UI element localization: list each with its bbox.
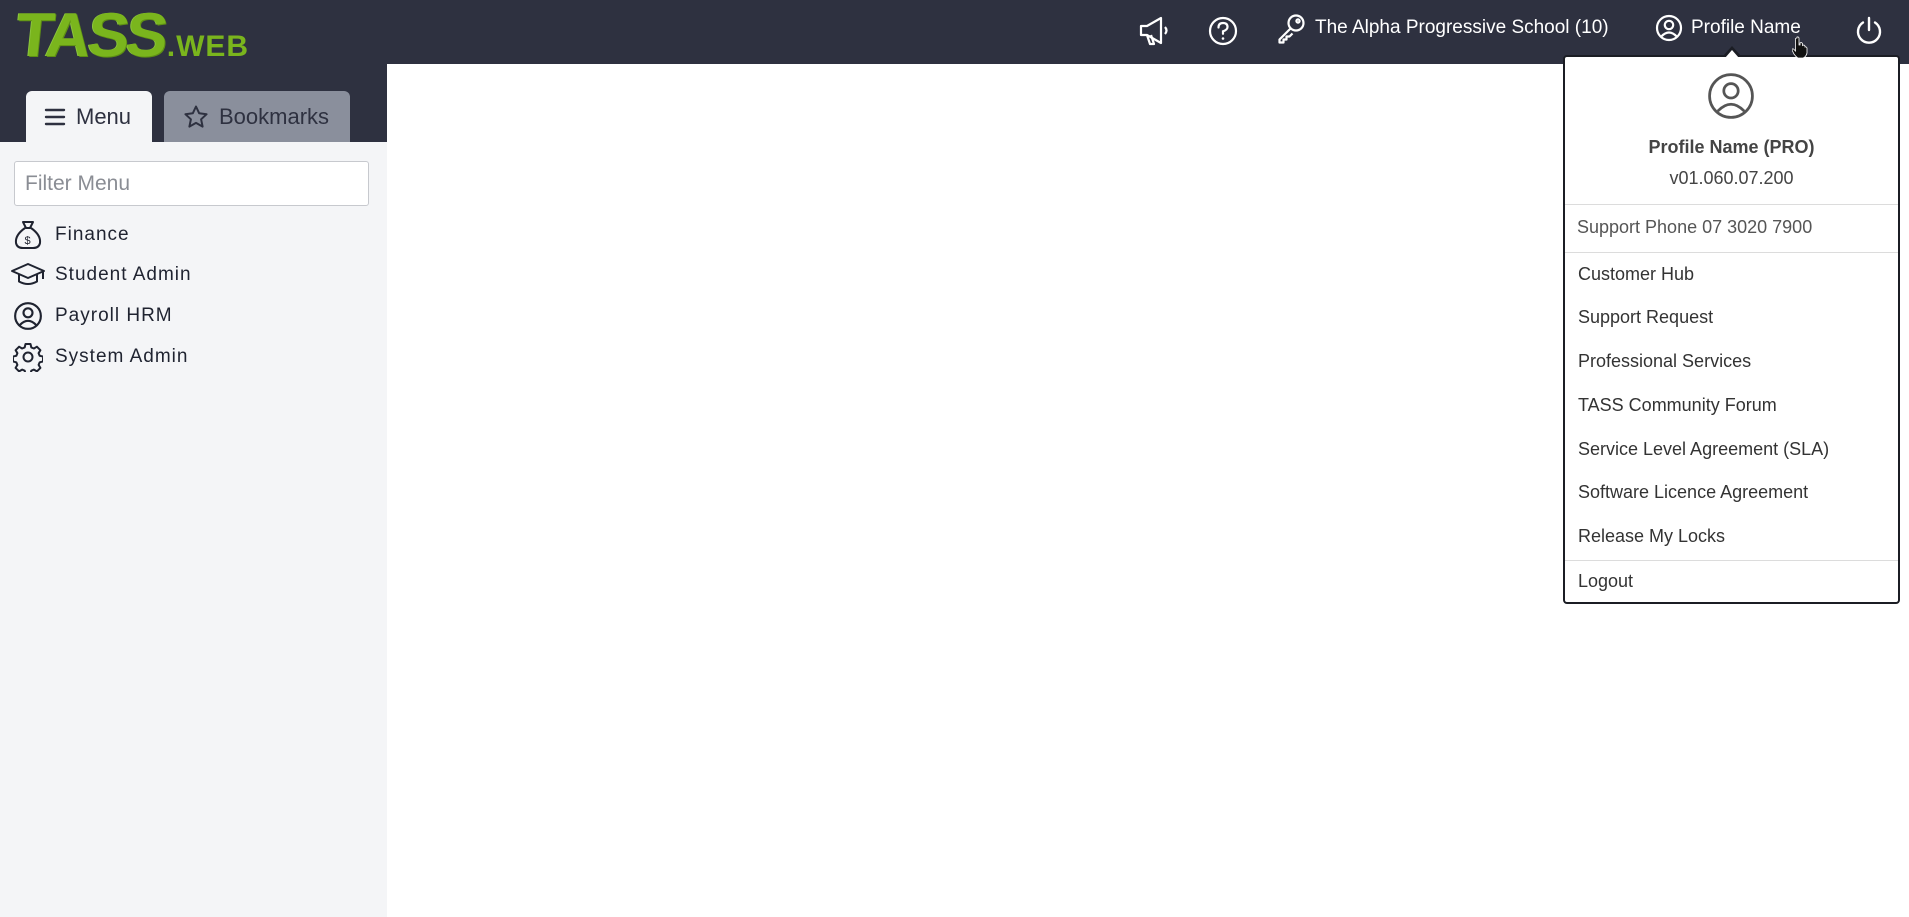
hamburger-icon — [44, 108, 66, 125]
dropdown-caret-inner — [1725, 50, 1739, 58]
logo-main-text: TASS — [12, 1, 169, 70]
tab-menu[interactable]: Menu — [26, 91, 152, 142]
community-forum-link[interactable]: TASS Community Forum — [1578, 395, 1777, 416]
sidebar-item-label: Finance — [55, 224, 130, 245]
power-icon — [1856, 16, 1882, 44]
sidebar-item-payroll-hrm[interactable]: Payroll HRM — [10, 299, 173, 333]
tab-bookmarks[interactable]: Bookmarks — [164, 91, 350, 142]
app-version: v01.060.07.200 — [1669, 168, 1794, 188]
tass-web-logo[interactable]: TASS .WEB — [12, 1, 249, 70]
profile-dropdown: Profile Name (PRO) v01.060.07.200 Suppor… — [1563, 55, 1900, 604]
software-licence-link[interactable]: Software Licence Agreement — [1578, 482, 1808, 503]
sidebar-item-student-admin[interactable]: Student Admin — [10, 258, 192, 292]
school-selector[interactable]: The Alpha Progressive School (10) — [1275, 0, 1609, 56]
megaphone-icon — [1139, 16, 1168, 46]
mouse-cursor-icon — [1791, 36, 1808, 63]
tab-bookmarks-label: Bookmarks — [219, 103, 330, 129]
graduation-cap-icon — [10, 258, 46, 292]
star-icon — [184, 105, 208, 128]
profile-name: Profile Name — [1691, 17, 1801, 38]
divider — [1565, 204, 1898, 205]
professional-services-link[interactable]: Professional Services — [1578, 351, 1751, 372]
divider — [1565, 252, 1898, 253]
money-bag-icon: $ — [10, 218, 46, 252]
gear-icon — [10, 340, 46, 374]
dropdown-profile-name: Profile Name (PRO) — [1648, 137, 1815, 157]
logout-link[interactable]: Logout — [1578, 571, 1633, 592]
key-icon — [1278, 14, 1305, 44]
tab-menu-label: Menu — [76, 103, 132, 129]
divider — [1565, 560, 1898, 561]
logout-power-button[interactable] — [1848, 10, 1890, 52]
help-button[interactable] — [1202, 10, 1244, 52]
user-circle-icon — [10, 299, 46, 333]
sidebar-tabs-bar: Menu Bookmarks — [0, 64, 387, 142]
question-circle-icon — [1208, 16, 1238, 46]
support-request-link[interactable]: Support Request — [1578, 307, 1713, 328]
sidebar-item-label: Student Admin — [55, 264, 192, 285]
sidebar-item-finance[interactable]: $ Finance — [10, 218, 130, 252]
sidebar-item-label: Payroll HRM — [55, 305, 173, 326]
sidebar-item-system-admin[interactable]: System Admin — [10, 340, 188, 374]
announcements-button[interactable] — [1135, 10, 1177, 52]
filter-menu-input[interactable] — [14, 161, 369, 206]
release-locks-link[interactable]: Release My Locks — [1578, 526, 1725, 547]
user-circle-icon — [1707, 72, 1755, 125]
school-name: The Alpha Progressive School (10) — [1315, 17, 1609, 38]
sidebar: Menu Bookmarks $ Finance Stud — [0, 64, 387, 917]
customer-hub-link[interactable]: Customer Hub — [1578, 264, 1694, 285]
sidebar-item-label: System Admin — [55, 346, 189, 367]
user-circle-icon — [1655, 14, 1683, 42]
svg-text:$: $ — [24, 235, 31, 247]
support-phone: Support Phone 07 3020 7900 — [1577, 217, 1813, 237]
sla-link[interactable]: Service Level Agreement (SLA) — [1578, 439, 1829, 460]
